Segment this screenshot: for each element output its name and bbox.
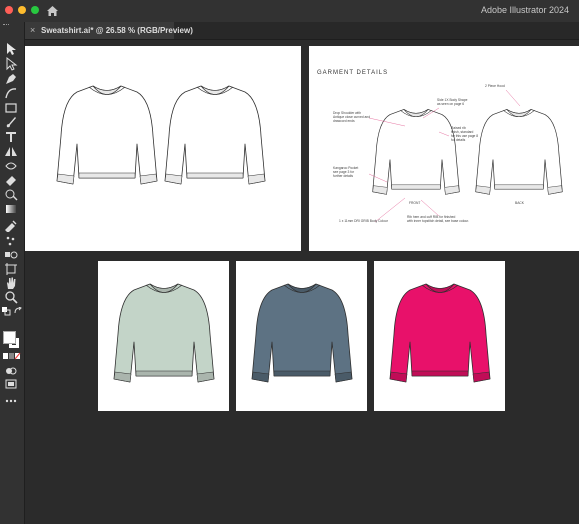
minimize-window-button[interactable] xyxy=(18,6,26,14)
shape-builder-tool-icon[interactable] xyxy=(4,187,18,201)
callout-drawcord: 1 x 11mm DRI GRIB Body Colour xyxy=(339,219,388,223)
artboard-colorway-slate[interactable] xyxy=(236,261,367,411)
eraser-tool-icon[interactable] xyxy=(4,173,18,187)
fill-swatch-icon[interactable] xyxy=(3,331,16,344)
artboard-colorway-magenta[interactable] xyxy=(374,261,505,411)
hand-tool-icon[interactable] xyxy=(4,276,18,290)
artboard-garment-details[interactable]: GARMENT DETAILS 2 Piece Hood Side 1X Bod… xyxy=(309,46,579,251)
app-title: Adobe Illustrator 2024 xyxy=(480,5,569,15)
artboard-colorway-sage[interactable] xyxy=(98,261,229,411)
screen-mode-icon[interactable] xyxy=(4,377,18,391)
callout-pocket: Kangaroo Pocket see page 3 for further d… xyxy=(333,166,359,178)
eyedropper-tool-icon[interactable] xyxy=(4,218,18,232)
more-tools-icon[interactable] xyxy=(4,394,18,408)
zoom-tool-icon[interactable] xyxy=(4,290,18,304)
gradient-tool-icon[interactable] xyxy=(4,202,18,216)
document-tab-bar: × Sweatshirt.ai* @ 26.58 % (RGB/Preview) xyxy=(24,22,579,40)
sweatshirt-slate xyxy=(251,283,353,383)
sweatshirt-magenta xyxy=(389,283,491,383)
curvature-tool-icon[interactable] xyxy=(4,86,18,100)
rectangle-tool-icon[interactable] xyxy=(4,101,18,115)
callout-drop-shoulder: Drop Shoulder with Antique close curved … xyxy=(333,111,371,123)
panel-collapse-icon[interactable] xyxy=(3,24,9,28)
front-view-label: FRONT xyxy=(409,201,421,205)
callout-rib-finish: Raised rib finish, standard for this use… xyxy=(451,126,479,142)
type-tool-icon[interactable] xyxy=(4,130,18,144)
home-icon[interactable] xyxy=(46,4,59,17)
default-colors-icon[interactable] xyxy=(2,307,12,317)
canvas-area[interactable]: GARMENT DETAILS 2 Piece Hood Side 1X Bod… xyxy=(25,40,579,524)
draw-mode-icon[interactable] xyxy=(4,364,18,378)
reflect-tool-icon[interactable] xyxy=(4,145,18,159)
width-tool-icon[interactable] xyxy=(4,159,18,173)
callout-hood: 2 Piece Hood xyxy=(485,84,505,88)
sweatshirt-outline-front xyxy=(56,85,158,185)
symbol-sprayer-tool-icon[interactable] xyxy=(4,234,18,248)
blend-tool-icon[interactable] xyxy=(4,248,18,262)
sweatshirt-outline-back xyxy=(164,85,266,185)
close-tab-icon[interactable]: × xyxy=(30,22,35,39)
artboard-line-drawing[interactable] xyxy=(25,46,301,251)
callout-hem-cuff: Rib hem and cuff RIB for finished with i… xyxy=(407,215,469,223)
selection-tool-icon[interactable] xyxy=(4,42,18,56)
swap-colors-icon[interactable] xyxy=(14,307,22,315)
direct-selection-tool-icon[interactable] xyxy=(4,57,18,71)
document-tab[interactable]: × Sweatshirt.ai* @ 26.58 % (RGB/Preview) xyxy=(24,22,193,39)
artboard-tool-icon[interactable] xyxy=(4,262,18,276)
sweatshirt-sage xyxy=(113,283,215,383)
window-title-bar: Adobe Illustrator 2024 xyxy=(0,0,579,22)
color-mode-icon[interactable] xyxy=(3,353,21,360)
close-window-button[interactable] xyxy=(5,6,13,14)
back-view-label: BACK xyxy=(515,201,524,205)
document-tab-label: Sweatshirt.ai* @ 26.58 % (RGB/Preview) xyxy=(41,26,193,35)
pen-tool-icon[interactable] xyxy=(4,72,18,86)
paintbrush-tool-icon[interactable] xyxy=(4,115,18,129)
callout-body-shape: Side 1X Body Shape as seen on page 6 xyxy=(437,98,468,106)
tools-panel xyxy=(0,22,25,524)
zoom-window-button[interactable] xyxy=(31,6,39,14)
